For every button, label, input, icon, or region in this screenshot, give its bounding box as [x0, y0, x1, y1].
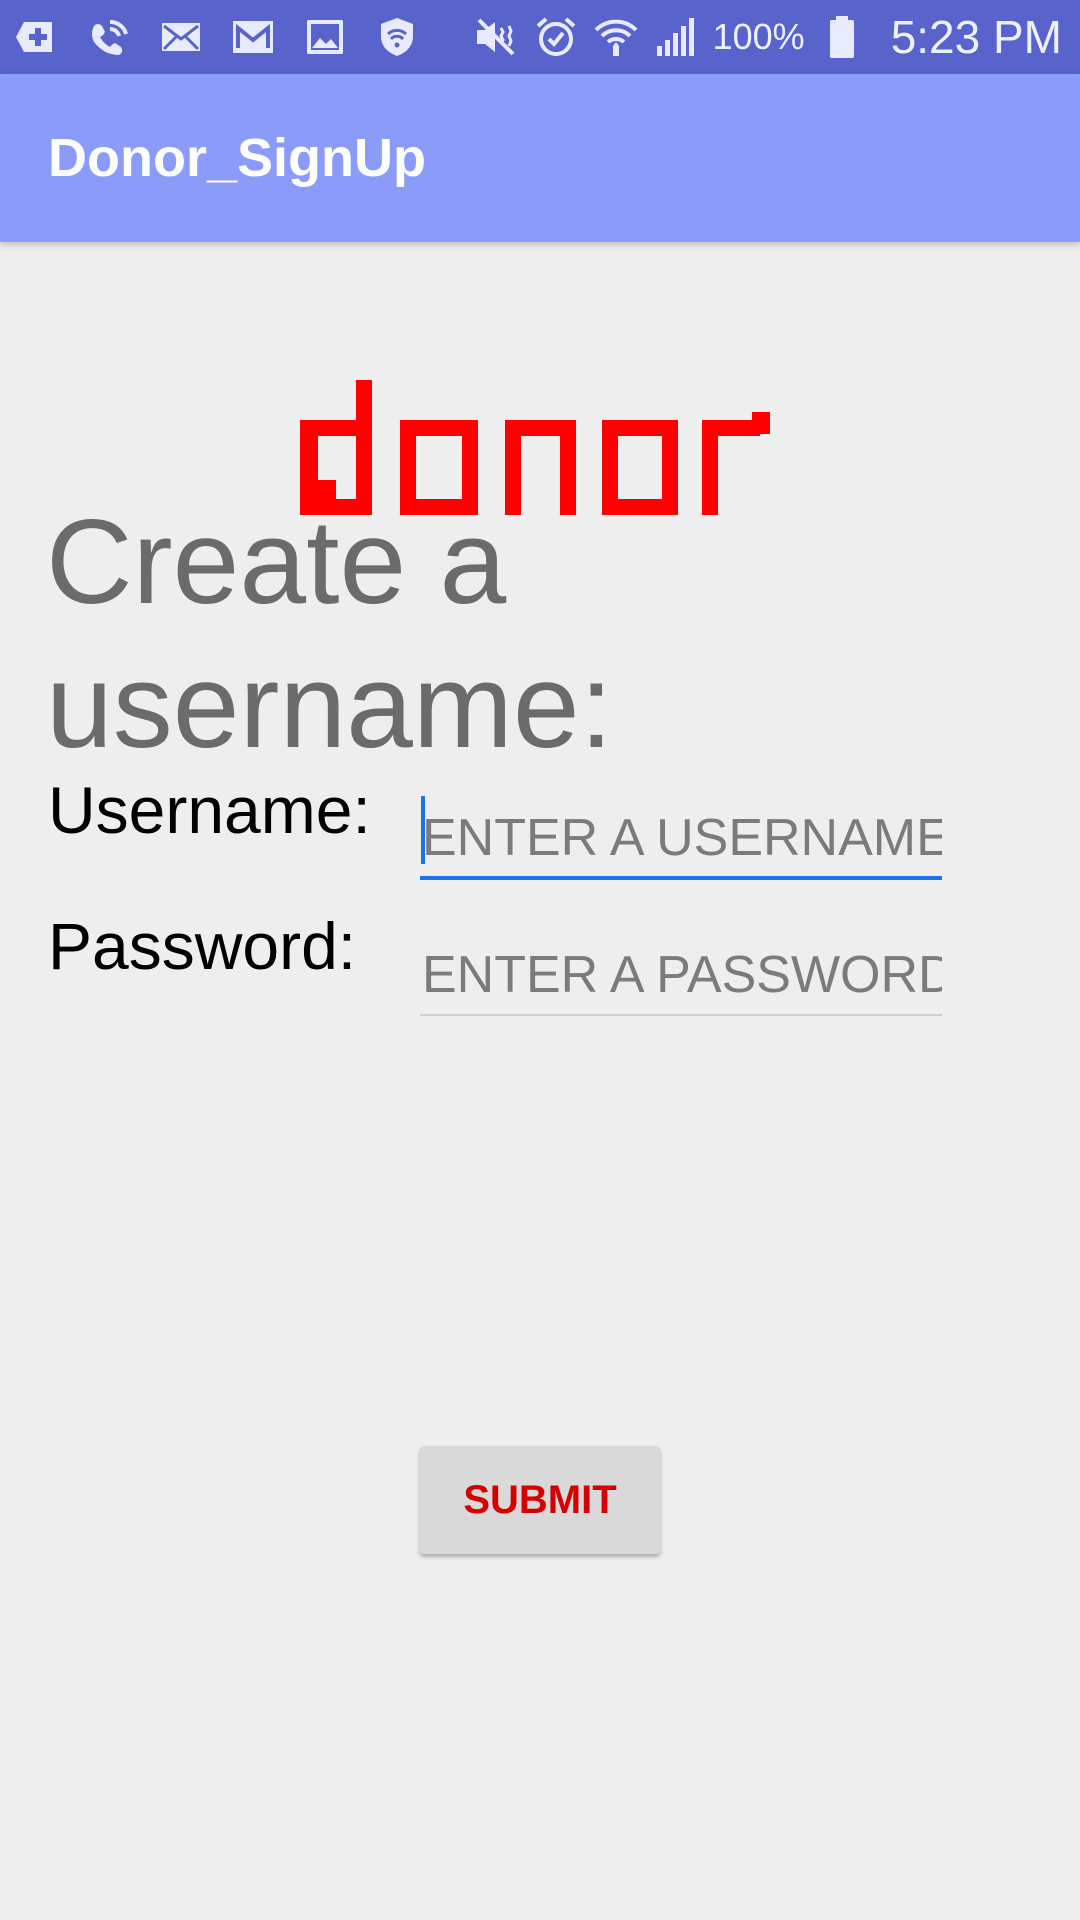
wifi-calling-icon — [86, 14, 132, 60]
username-input[interactable] — [420, 800, 942, 880]
clock: 5:23 PM — [890, 11, 1062, 63]
system-icons: 100% 5:23 PM — [473, 10, 1062, 64]
shield-wifi-icon — [374, 14, 420, 60]
wifi-icon — [593, 14, 639, 60]
add-box-icon — [14, 14, 60, 60]
app-title: Donor_SignUp — [48, 128, 426, 188]
battery-percentage: 100% — [712, 16, 805, 57]
text-cursor — [421, 796, 425, 864]
app-bar: Donor_SignUp — [0, 74, 1080, 242]
alarm-icon — [533, 14, 579, 60]
battery-icon — [819, 14, 865, 60]
username-label: Username: — [48, 773, 371, 847]
email-icon — [158, 14, 204, 60]
mute-icon — [473, 14, 519, 60]
submit-button[interactable]: SUBMIT — [420, 1446, 660, 1554]
password-label: Password: — [48, 909, 357, 983]
page-heading: Create a username: — [46, 495, 613, 773]
status-bar: 100% 5:23 PM — [0, 0, 1080, 74]
password-input[interactable] — [420, 936, 942, 1016]
signal-icon — [653, 14, 699, 60]
gallery-icon — [302, 14, 348, 60]
notification-icons — [14, 14, 420, 60]
gmail-icon — [230, 14, 276, 60]
